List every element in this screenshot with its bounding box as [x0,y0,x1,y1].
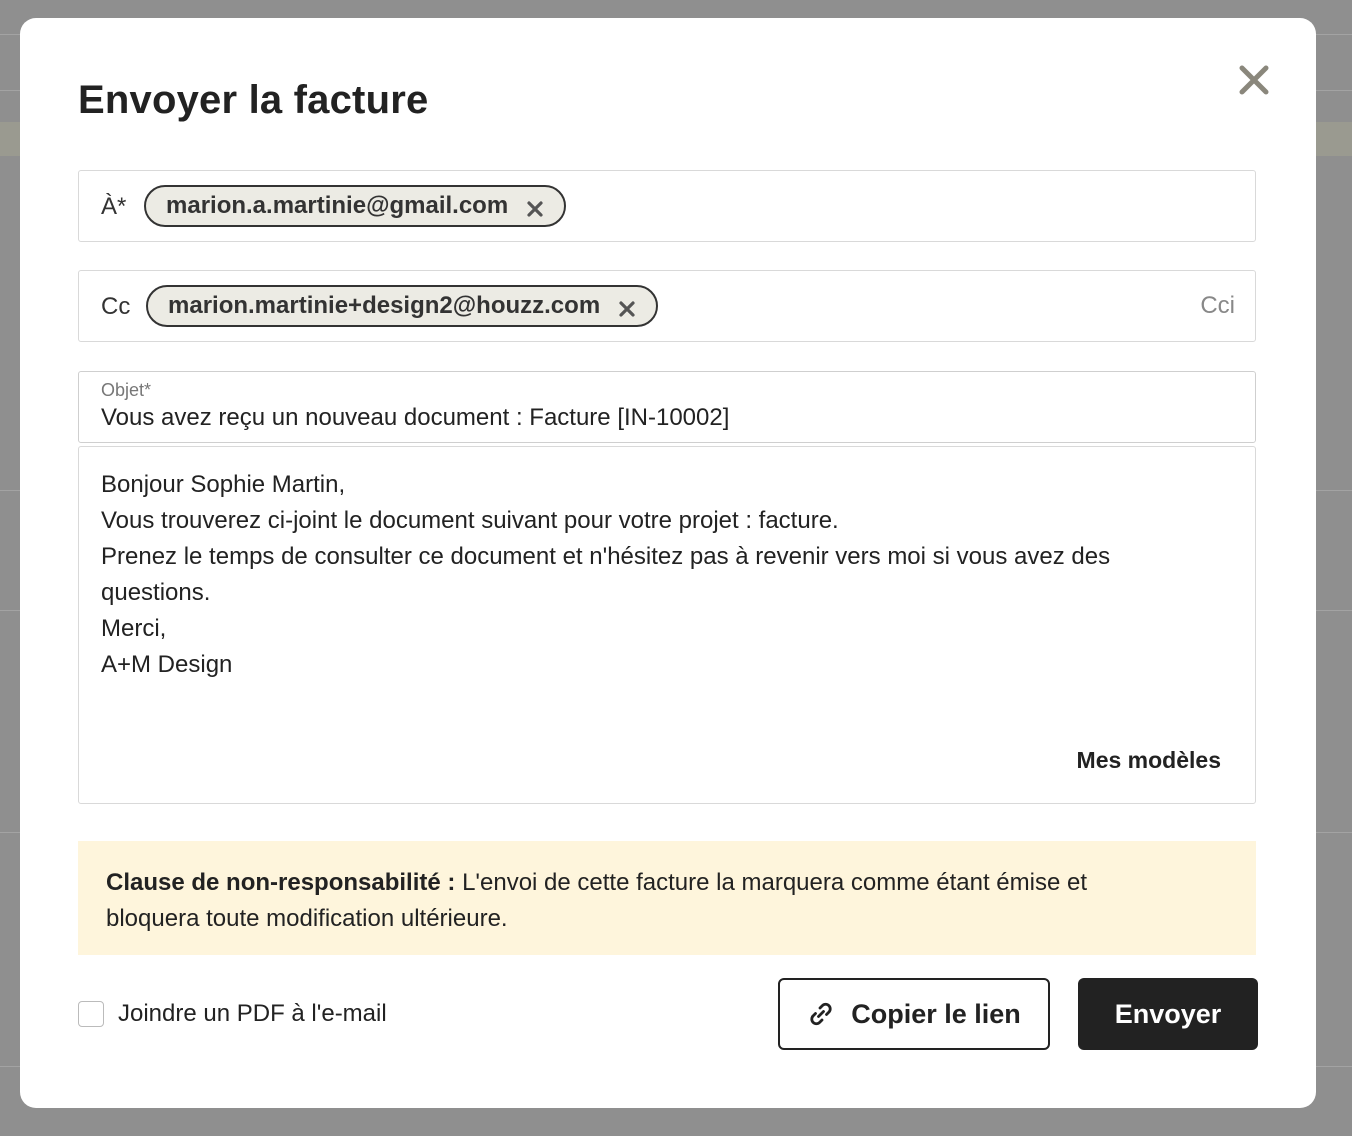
recipient-chip: marion.a.martinie@gmail.com [144,185,567,227]
message-body-field[interactable]: Bonjour Sophie Martin, Vous trouverez ci… [78,446,1256,804]
cc-recipient-email: marion.martinie+design2@houzz.com [168,292,601,319]
copy-link-label: Copier le lien [851,998,1021,1029]
cc-label: Cc [101,293,131,320]
to-label: À* [101,193,127,220]
attach-pdf-checkbox[interactable] [78,1001,104,1027]
dialog-title: Envoyer la facture [78,78,429,122]
body-line: A+M Design [101,651,233,678]
body-line: Vous trouverez ci-joint le document suiv… [101,507,839,534]
cc-field[interactable]: Cc marion.martinie+design2@houzz.com Cci [78,270,1256,342]
body-line: questions. [101,579,211,606]
copy-link-button[interactable]: Copier le lien [778,978,1050,1050]
recipient-email: marion.a.martinie@gmail.com [166,192,509,219]
disclaimer-text-continued: bloquera toute modification ultérieure. [106,905,508,932]
to-field[interactable]: À* marion.a.martinie@gmail.com [78,170,1256,242]
send-button[interactable]: Envoyer [1078,978,1258,1050]
close-icon [619,301,635,317]
link-icon [807,1000,835,1028]
body-line: Prenez le temps de consulter ce document… [101,543,1111,570]
subject-input[interactable] [101,404,1221,432]
close-icon [527,201,543,217]
cc-recipient-chip: marion.martinie+design2@houzz.com [146,285,659,327]
attach-pdf-label[interactable]: Joindre un PDF à l'e-mail [118,1000,387,1028]
disclaimer-title: Clause de non-responsabilité : [106,869,456,896]
close-button[interactable] [1236,62,1272,98]
message-body[interactable]: Bonjour Sophie Martin, Vous trouverez ci… [101,467,1211,683]
send-invoice-dialog: Envoyer la facture À* marion.a.martinie@… [20,18,1316,1108]
close-icon [1239,65,1269,95]
subject-field: Objet* [78,371,1256,443]
body-line: Merci, [101,615,167,642]
my-templates-button[interactable]: Mes modèles [1077,747,1221,774]
bcc-toggle[interactable]: Cci [1200,292,1235,320]
disclaimer-text: L'envoi de cette facture la marquera com… [462,869,1087,896]
remove-recipient-button[interactable] [526,197,544,217]
body-line: Bonjour Sophie Martin, [101,471,346,498]
remove-cc-recipient-button[interactable] [618,297,636,317]
attach-pdf-option[interactable]: Joindre un PDF à l'e-mail [78,1000,387,1028]
disclaimer-banner: Clause de non-responsabilité : L'envoi d… [78,841,1256,955]
subject-label: Objet* [101,380,152,400]
